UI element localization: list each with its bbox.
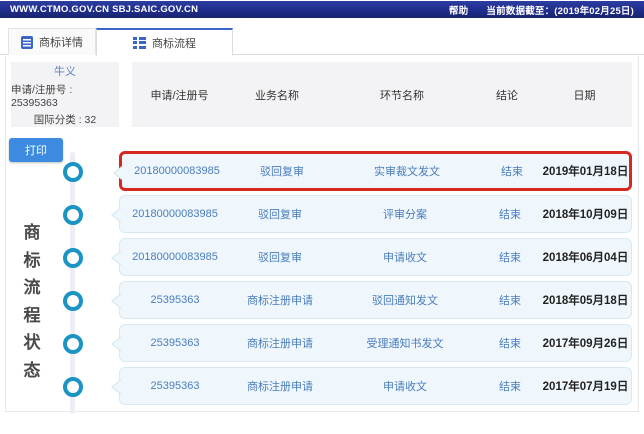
cell-conclusion: 结束 <box>499 338 521 350</box>
cell-business-name: 商标注册申请 <box>247 338 313 350</box>
cell-step-name: 受理通知书发文 <box>366 338 444 350</box>
tab-trademark-flow[interactable]: 商标流程 <box>96 28 233 56</box>
cell-registration-number: 20180000083985 <box>132 251 218 263</box>
cell-date: 2017年07月19日 <box>542 381 629 393</box>
tab-label: 商标流程 <box>152 37 196 50</box>
cell-registration-number: 25395363 <box>150 380 200 392</box>
tab-bar: 商标详情 商标流程 <box>0 28 644 56</box>
cell-registration-number: 25395363 <box>150 337 200 349</box>
international-class-label: 国际分类 : 32 <box>33 113 97 126</box>
cell-registration-number: 20180000083985 <box>134 165 220 177</box>
cell-conclusion: 结束 <box>501 166 523 178</box>
column-header: 结论 <box>496 89 518 102</box>
cell-business-name: 商标注册申请 <box>247 295 313 307</box>
cell-step-name: 驳回通知发文 <box>372 295 438 307</box>
timeline-node-icon <box>63 161 83 182</box>
content-panel: 牛义 申请/注册号 : 25395363 国际分类 : 32 申请/注册号 业务名… <box>5 56 640 414</box>
document-icon <box>21 35 33 49</box>
cell-date: 2018年05月18日 <box>542 295 629 307</box>
process-record-row[interactable]: 20180000083985 驳回复审 评审分案 结束 2018年10月09日 <box>111 195 632 233</box>
column-header: 业务名称 <box>255 89 299 102</box>
cell-date: 2018年06月04日 <box>542 252 629 264</box>
cell-registration-number: 25395363 <box>150 294 200 306</box>
timeline-row: 25395363 商标注册申请 受理通知书发文 结束 2017年09月26日 <box>6 322 640 365</box>
timeline-row: 25395363 商标注册申请 驳回通知发文 结束 2018年05月18日 <box>6 279 640 322</box>
tab-trademark-details[interactable]: 商标详情 <box>8 28 96 55</box>
process-record-row[interactable]: 20180000083985 驳回复审 实审裁文发文 结束 2019年01月18… <box>113 151 632 191</box>
registration-number-label: 申请/注册号 : 25395363 <box>11 83 73 109</box>
cell-conclusion: 结束 <box>499 381 521 393</box>
timeline-node-icon <box>63 247 83 268</box>
timeline-node-icon <box>63 204 83 225</box>
process-record-row[interactable]: 25395363 商标注册申请 驳回通知发文 结束 2018年05月18日 <box>111 281 632 319</box>
cell-conclusion: 结束 <box>499 295 521 307</box>
column-header: 环节名称 <box>380 89 424 102</box>
timeline-rows: 20180000083985 驳回复审 实审裁文发文 结束 2019年01月18… <box>6 150 640 408</box>
cell-date: 2017年09月26日 <box>542 338 629 350</box>
timeline-node-icon <box>63 290 83 311</box>
site-urls: WWW.CTMO.GOV.CN SBJ.SAIC.GOV.CN <box>10 4 199 15</box>
timeline-node-icon <box>63 376 83 397</box>
timeline-node-icon <box>63 333 83 354</box>
timeline-row: 25395363 商标注册申请 申请收文 结束 2017年07月19日 <box>6 365 640 408</box>
list-icon <box>133 36 146 49</box>
process-record-row[interactable]: 25395363 商标注册申请 受理通知书发文 结束 2017年09月26日 <box>111 324 632 362</box>
cell-business-name: 驳回复审 <box>260 166 304 178</box>
process-record-row[interactable]: 20180000083985 驳回复审 申请收文 结束 2018年06月04日 <box>111 238 632 276</box>
timeline-row: 20180000083985 驳回复审 评审分案 结束 2018年10月09日 <box>6 193 640 236</box>
applicant-name: 牛义 <box>54 65 76 78</box>
applicant-info-box: 牛义 申请/注册号 : 25395363 国际分类 : 32 <box>11 62 119 127</box>
cell-business-name: 商标注册申请 <box>247 381 313 393</box>
timeline-row: 20180000083985 驳回复审 实审裁文发文 结束 2019年01月18… <box>6 150 640 193</box>
cell-date: 2019年01月18日 <box>542 166 629 178</box>
cell-business-name: 驳回复审 <box>258 252 302 264</box>
cell-registration-number: 20180000083985 <box>132 208 218 220</box>
data-cutoff-label: 当前数据截至：(2019年02月25日) <box>486 5 634 17</box>
cell-conclusion: 结束 <box>499 252 521 264</box>
tab-label: 商标详情 <box>39 37 83 49</box>
cell-business-name: 驳回复审 <box>258 209 302 221</box>
top-bar: WWW.CTMO.GOV.CN SBJ.SAIC.GOV.CN 帮助 当前数据截… <box>0 1 644 18</box>
cell-date: 2018年10月09日 <box>542 209 629 221</box>
cell-step-name: 申请收文 <box>383 252 427 264</box>
page: WWW.CTMO.GOV.CN SBJ.SAIC.GOV.CN 帮助 当前数据截… <box>0 0 644 434</box>
help-link[interactable]: 帮助 <box>449 3 468 17</box>
cell-conclusion: 结束 <box>499 209 521 221</box>
column-header: 申请/注册号 <box>150 89 209 102</box>
cell-step-name: 评审分案 <box>383 209 427 221</box>
timeline-row: 20180000083985 驳回复审 申请收文 结束 2018年06月04日 <box>6 236 640 279</box>
cell-step-name: 实审裁文发文 <box>374 166 440 178</box>
column-header: 日期 <box>573 89 596 102</box>
table-header: 申请/注册号 业务名称 环节名称 结论 日期 <box>132 62 632 127</box>
cell-step-name: 申请收文 <box>383 381 427 393</box>
process-record-row[interactable]: 25395363 商标注册申请 申请收文 结束 2017年07月19日 <box>111 367 632 405</box>
